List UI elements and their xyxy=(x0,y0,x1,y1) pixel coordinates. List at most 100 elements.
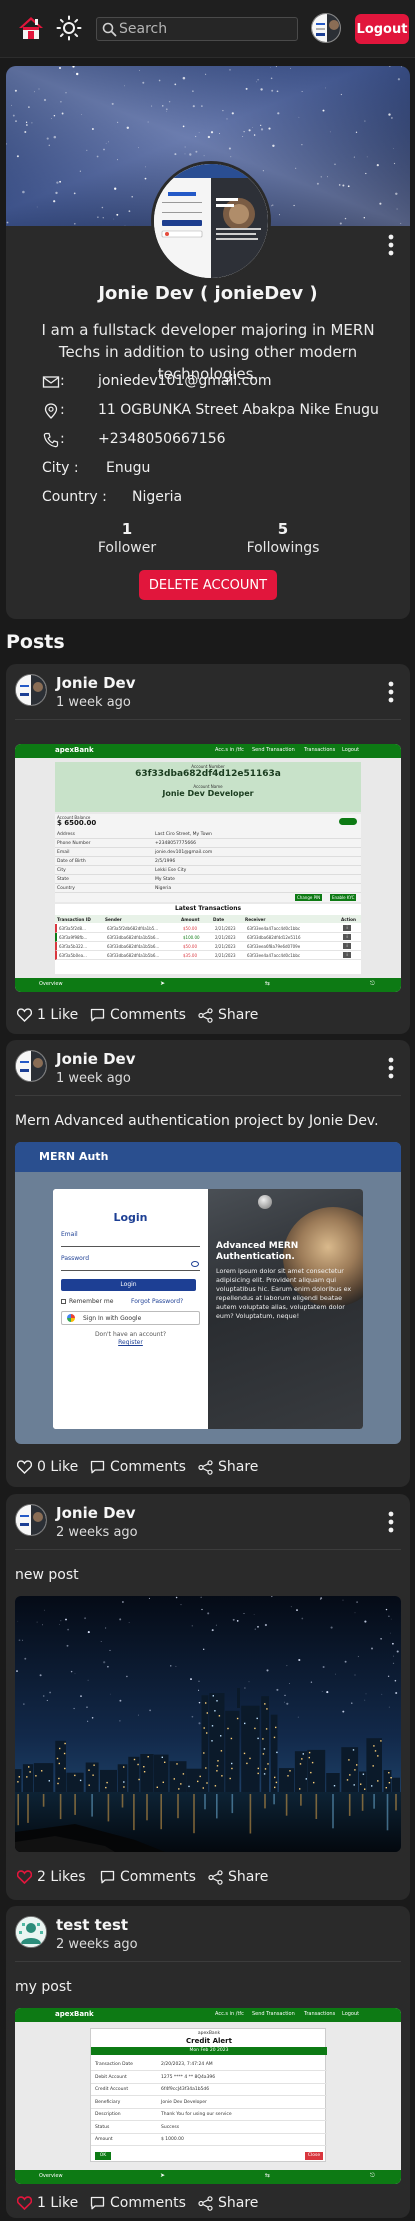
share-button[interactable]: Share xyxy=(198,1004,258,1026)
post-image-credit-alert[interactable]: apexBank Acc.s in /tfc Send Transaction … xyxy=(15,2008,401,2184)
phone-value: +2348050667156 xyxy=(98,431,226,447)
post-options-icon[interactable] xyxy=(381,680,401,704)
posts-heading: Posts xyxy=(6,631,65,653)
mock-alert-row: Description Thank You for using our servi… xyxy=(91,2109,327,2121)
mock-alert-row: Debit Account 1275 **** 4 ** 8Q4a396 xyxy=(91,2072,327,2084)
mock-footer: Overview ➤ ⇆ ⎋ xyxy=(15,2170,401,2184)
heart-icon xyxy=(17,1008,32,1022)
mock-account-panel: Account Number 63f33dba682df4d12e51163a … xyxy=(55,762,361,812)
followers-label[interactable]: Follower xyxy=(72,540,182,556)
mock-transactions-table: Latest Transactions Transaction ID Sender… xyxy=(55,904,361,974)
heart-icon xyxy=(17,1870,32,1884)
comments-button[interactable]: Comments xyxy=(100,1866,196,1888)
search-icon xyxy=(102,22,117,37)
user-avatar[interactable] xyxy=(311,13,341,43)
city-label: City : xyxy=(42,460,79,476)
email-row: : joniedev101@gmail.com xyxy=(42,373,382,393)
night-city-photo xyxy=(15,1596,401,1852)
email-value: joniedev101@gmail.com xyxy=(98,373,272,389)
comment-icon xyxy=(90,1008,105,1022)
share-button[interactable]: Share xyxy=(198,1456,258,1478)
post-actions: 0 Like Comments Share xyxy=(15,1456,401,1478)
mock-table-row: 63f3a9f98fb... 63f33dba682df4a1b5b6... $10… xyxy=(55,933,361,942)
post-author-avatar[interactable] xyxy=(15,1504,47,1536)
email-icon xyxy=(42,376,60,388)
post-options-icon[interactable] xyxy=(381,1056,401,1080)
mock-toggle xyxy=(339,818,357,825)
profile-options-icon[interactable] xyxy=(381,233,401,257)
share-button[interactable]: Share xyxy=(198,2192,258,2214)
mock-alert-row: Credit Account 6f4f9ccJ43f34a1b5d6 xyxy=(91,2084,327,2096)
mock-details-panel: Account Balance $ 6500.00 Address Last Ci… xyxy=(55,814,361,902)
mock-detail-row: Country Nigeria xyxy=(55,884,361,893)
post-image-night-city[interactable] xyxy=(15,1596,401,1852)
like-count: 1 Like xyxy=(37,2195,79,2211)
post-text: new post xyxy=(15,1567,79,1583)
profile-picture[interactable] xyxy=(151,161,271,281)
mock-navbar: MERN Auth xyxy=(15,1142,401,1172)
top-navbar: Logout xyxy=(0,0,415,58)
post-image-bank-dashboard[interactable]: apexBank Acc.s in /tfc Send Transaction … xyxy=(15,744,401,992)
post-author-avatar[interactable] xyxy=(15,674,47,706)
theme-toggle-sun-icon[interactable] xyxy=(56,15,82,41)
profile-name: Jonie Dev ( jonieDev ) xyxy=(98,283,318,304)
post-text: Mern Advanced authentication project by … xyxy=(15,1113,379,1129)
logout-button[interactable]: Logout xyxy=(355,14,409,44)
search-box[interactable] xyxy=(96,17,298,41)
post-author-avatar[interactable] xyxy=(15,1050,47,1082)
post-author-name[interactable]: Jonie Dev xyxy=(56,1504,136,1522)
like-button[interactable]: 1 Like xyxy=(17,2192,78,2214)
post-image-mern-auth[interactable]: MERN Auth Login Email Password Login Rem… xyxy=(15,1142,401,1444)
location-pin-icon xyxy=(44,403,58,419)
like-button[interactable]: 0 Like xyxy=(17,1456,78,1478)
comment-icon xyxy=(90,1460,105,1474)
share-label: Share xyxy=(228,1869,269,1885)
comments-button[interactable]: Comments xyxy=(90,1456,186,1478)
share-button[interactable]: Share xyxy=(208,1866,268,1888)
search-input[interactable] xyxy=(119,19,294,39)
divider xyxy=(15,1549,401,1550)
mock-table-header: Transaction ID Sender Amount Date Receiver Ac… xyxy=(55,915,361,923)
mock-alert-row: Beneficiary Jonie Dev Developer xyxy=(91,2097,327,2109)
share-icon xyxy=(198,2195,213,2211)
mock-alert-row: Amount $ 1000.00 xyxy=(91,2134,327,2146)
post-actions: 2 Likes Comments Share xyxy=(15,1866,401,1888)
comments-button[interactable]: Comments xyxy=(90,2192,186,2214)
delete-account-button[interactable]: DELETE ACCOUNT xyxy=(139,570,277,600)
like-count: 0 Like xyxy=(37,1459,79,1475)
country-value: Nigeria xyxy=(132,489,183,505)
post-author-avatar[interactable] xyxy=(15,1916,47,1948)
followers-count[interactable]: 1 xyxy=(77,520,177,538)
post-card: Jonie Dev 2 weeks ago new post 2 Likes C… xyxy=(6,1494,410,1900)
heart-icon xyxy=(17,2196,32,2210)
post-actions: 1 Like Comments Share xyxy=(15,2192,401,2214)
mock-detail-row: State My State xyxy=(55,875,361,884)
mock-brand: apexBank xyxy=(55,746,94,754)
post-author-name[interactable]: Jonie Dev xyxy=(56,1050,136,1068)
post-card: Jonie Dev 1 week ago Mern Advanced authe… xyxy=(6,1040,410,1487)
post-author-name[interactable]: Jonie Dev xyxy=(56,674,136,692)
mock-detail-row: Email jonie.dev101@gmail.com xyxy=(55,848,361,857)
address-row: : 11 OGBUNKA Street Abakpa Nike Enugu xyxy=(42,402,382,422)
share-label: Share xyxy=(218,1007,259,1023)
followings-label[interactable]: Followings xyxy=(228,540,338,556)
post-timestamp: 1 week ago xyxy=(56,1071,131,1086)
divider xyxy=(15,719,401,720)
mock-table-row: 63f3a5b322... 63f33dba682df4a1b5b6... $50.… xyxy=(55,942,361,951)
post-card: Jonie Dev 1 week ago apexBank Acc.s in /… xyxy=(6,664,410,1034)
followings-count[interactable]: 5 xyxy=(233,520,333,538)
comment-icon xyxy=(90,2196,105,2210)
mock-table-row: 63f3a5b0ea... 63f33dba682df4a1b5b6... $35.… xyxy=(55,951,361,960)
post-card: test test 2 weeks ago my post apexBank A… xyxy=(6,1906,410,2218)
like-button[interactable]: 1 Like xyxy=(17,1004,78,1026)
mock-detail-row: Date of Birth 2/5/1996 xyxy=(55,857,361,866)
mock-table-row: 63f3a5f2d8... 63f3a5f2db682df4a1b5... $50.… xyxy=(55,924,361,933)
mock-credit-alert-modal: apexBank Credit Alert Mon Feb 20 2023 Tr… xyxy=(90,2028,327,2162)
post-options-icon[interactable] xyxy=(381,1510,401,1534)
comments-button[interactable]: Comments xyxy=(90,1004,186,1026)
post-author-name[interactable]: test test xyxy=(56,1916,128,1934)
share-icon xyxy=(198,1007,213,1023)
like-button[interactable]: 2 Likes xyxy=(17,1866,86,1888)
divider xyxy=(15,1961,401,1962)
home-icon[interactable] xyxy=(18,15,44,41)
